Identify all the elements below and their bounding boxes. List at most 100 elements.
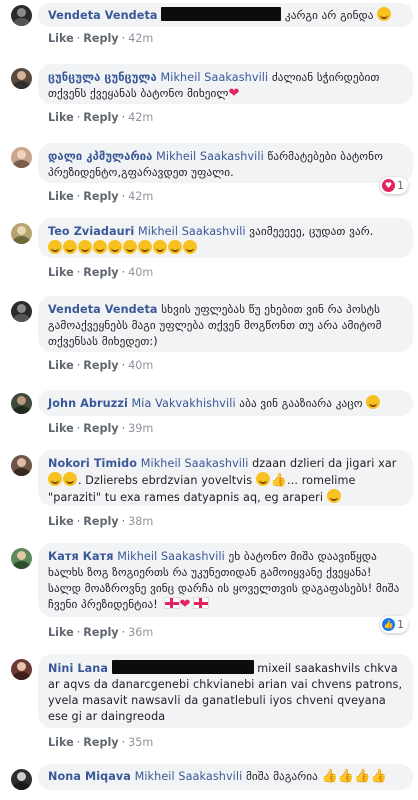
comment-actions: Like · Reply · 42m bbox=[48, 111, 153, 124]
emoji-row bbox=[48, 240, 198, 255]
comment-author[interactable]: Nona Miqava bbox=[48, 770, 131, 783]
reply-button[interactable]: Reply bbox=[83, 190, 118, 203]
avatar[interactable] bbox=[11, 5, 32, 26]
avatar[interactable] bbox=[11, 147, 32, 168]
like-button[interactable]: Like bbox=[48, 111, 74, 124]
thumbs-up-emoji-icon: 👍 bbox=[354, 769, 371, 784]
comment-actions: Like · Reply · 36m bbox=[48, 626, 153, 639]
like-button[interactable]: Like bbox=[48, 190, 74, 203]
grin-emoji-icon bbox=[255, 472, 270, 486]
reply-button[interactable]: Reply bbox=[83, 736, 118, 749]
mention-link[interactable]: Mikheil Saakashvili bbox=[161, 71, 269, 84]
comment-author[interactable]: Nokori Timido bbox=[48, 457, 137, 470]
comment-actions: Like · Reply · 38m bbox=[48, 515, 153, 528]
reaction-count[interactable]: 👍 1 bbox=[380, 616, 408, 633]
mention-link[interactable]: Mia Vakvakhishvili bbox=[132, 397, 236, 410]
comment-actions: Like · Reply · 40m bbox=[48, 359, 153, 372]
timestamp[interactable]: 42m bbox=[128, 190, 153, 203]
mention-link[interactable]: Mikheil Saakashvili bbox=[141, 457, 249, 470]
comment-author[interactable]: Катя Катя bbox=[48, 550, 114, 563]
like-button[interactable]: Like bbox=[48, 266, 74, 279]
mention-link[interactable]: Mikheil Saakashvili bbox=[138, 225, 246, 238]
avatar[interactable] bbox=[11, 769, 32, 790]
like-button[interactable]: Like bbox=[48, 626, 74, 639]
comment-author[interactable]: John Abruzzi bbox=[48, 397, 128, 410]
reply-button[interactable]: Reply bbox=[83, 626, 118, 639]
comment-bubble: Teo Zviadauri Mikheil Saakashvili ვაიმეე… bbox=[38, 218, 413, 258]
like-button[interactable]: Like bbox=[48, 736, 74, 749]
reply-button[interactable]: Reply bbox=[83, 359, 118, 372]
avatar[interactable] bbox=[11, 393, 32, 414]
avatar[interactable] bbox=[11, 659, 32, 680]
avatar[interactable] bbox=[11, 455, 32, 476]
comment-actions: Like · Reply · 42m bbox=[48, 190, 153, 203]
grin-emoji-icon bbox=[123, 240, 137, 254]
timestamp[interactable]: 39m bbox=[128, 422, 153, 435]
comment-author[interactable]: Vendeta Vendeta bbox=[48, 9, 158, 22]
comment-author[interactable]: Teo Zviadauri bbox=[48, 225, 134, 238]
comment-author[interactable]: დალი კპმულარია bbox=[48, 150, 152, 163]
mention-link[interactable]: Mikheil Saakashvili bbox=[156, 150, 264, 163]
comment-bubble: დალი კპმულარია Mikheil Saakashvili წარმა… bbox=[38, 143, 413, 183]
comment-author[interactable]: Vendeta Vendeta bbox=[48, 303, 158, 316]
comment-bubble: Nona Miqava Mikheil Saakashvili მიშა მაგ… bbox=[38, 764, 413, 790]
reply-button[interactable]: Reply bbox=[83, 515, 118, 528]
like-button[interactable]: Like bbox=[48, 359, 74, 372]
separator: · bbox=[76, 359, 81, 372]
like-button[interactable]: Like bbox=[48, 515, 74, 528]
mention-link[interactable]: Mikheil Saakashvili bbox=[117, 550, 225, 563]
mention-link[interactable]: Mikheil Saakashvili bbox=[135, 770, 243, 783]
comment-bubble: ცუნცულა ცუნცულა Mikheil Saakashvili ძალი… bbox=[38, 64, 413, 104]
sunglasses-emoji-icon bbox=[48, 472, 62, 486]
comment-actions: Like · Reply · 40m bbox=[48, 266, 153, 279]
comment-bubble: Vendeta Vendeta სხვის უფლებას წუ ეხებით … bbox=[38, 296, 413, 352]
grin-emoji-icon bbox=[153, 240, 167, 254]
timestamp[interactable]: 36m bbox=[128, 626, 153, 639]
grin-emoji-icon bbox=[183, 240, 197, 254]
comment-text: აბა ვინ გააზიარა კაცო bbox=[235, 397, 363, 410]
smile-emoji-icon bbox=[377, 7, 392, 21]
smile-emoji-icon bbox=[63, 472, 77, 486]
grin-emoji-icon bbox=[63, 240, 77, 254]
timestamp[interactable]: 35m bbox=[128, 736, 153, 749]
separator: · bbox=[76, 32, 81, 45]
like-reaction-icon: 👍 bbox=[382, 618, 395, 631]
comment-bubble: Катя Катя Mikheil Saakashvili ეხ ბატონო … bbox=[38, 543, 413, 617]
comments-feed: Vendeta Vendeta კარგი არ გინდა Like · Repl… bbox=[0, 0, 418, 800]
reply-button[interactable]: Reply bbox=[83, 32, 118, 45]
comment-text: . Dzlierebs ebrdzvian yoveltvis bbox=[78, 474, 253, 487]
comment-author[interactable]: Nini Lana bbox=[48, 662, 108, 675]
avatar[interactable] bbox=[11, 68, 32, 89]
comment-bubble: Vendeta Vendeta კარგი არ გინდა bbox=[38, 3, 413, 27]
separator: · bbox=[76, 190, 81, 203]
reply-button[interactable]: Reply bbox=[83, 422, 118, 435]
avatar[interactable] bbox=[11, 223, 32, 244]
timestamp[interactable]: 40m bbox=[128, 266, 153, 279]
like-button[interactable]: Like bbox=[48, 422, 74, 435]
separator: · bbox=[121, 359, 126, 372]
reply-button[interactable]: Reply bbox=[83, 266, 118, 279]
smile-emoji-icon bbox=[366, 395, 381, 409]
comment-author[interactable]: ცუნცულა ცუნცულა bbox=[48, 71, 157, 84]
comment-bubble: John Abruzzi Mia Vakvakhishvili აბა ვინ … bbox=[38, 390, 413, 416]
timestamp[interactable]: 40m bbox=[128, 359, 153, 372]
avatar[interactable] bbox=[11, 548, 32, 569]
separator: · bbox=[76, 736, 81, 749]
separator: · bbox=[76, 111, 81, 124]
timestamp[interactable]: 42m bbox=[128, 32, 153, 45]
grin-emoji-icon bbox=[48, 240, 62, 254]
comment-text: კარგი არ გინდა bbox=[281, 9, 374, 22]
redacted-text bbox=[111, 660, 254, 674]
separator: · bbox=[121, 422, 126, 435]
like-button[interactable]: Like bbox=[48, 32, 74, 45]
timestamp[interactable]: 42m bbox=[128, 111, 153, 124]
separator: · bbox=[121, 190, 126, 203]
comment-actions: Like · Reply · 39m bbox=[48, 422, 153, 435]
reaction-count[interactable]: ♥ 1 bbox=[380, 177, 408, 194]
avatar[interactable] bbox=[11, 301, 32, 322]
separator: · bbox=[121, 111, 126, 124]
timestamp[interactable]: 38m bbox=[128, 515, 153, 528]
grin-emoji-icon bbox=[138, 240, 152, 254]
reply-button[interactable]: Reply bbox=[83, 111, 118, 124]
separator: · bbox=[121, 266, 126, 279]
